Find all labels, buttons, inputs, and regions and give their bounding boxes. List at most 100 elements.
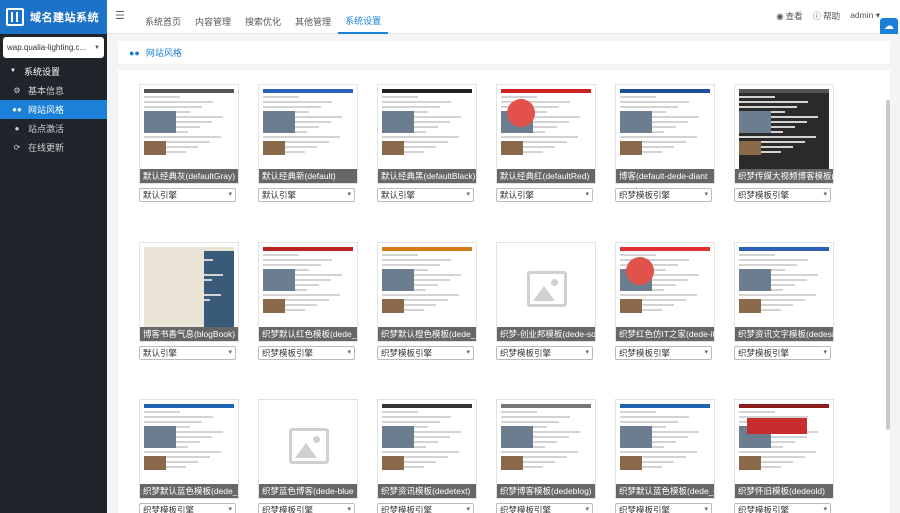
sidebar-item-site-activation[interactable]: ● 站点激活 [0,119,107,138]
breadcrumb: ●● 网站风格 [118,41,890,64]
template-card[interactable]: 织梦默认蓝色模板(dede_0 织梦模板引擎 [139,399,239,513]
user-menu[interactable]: admin ▾ [850,10,880,22]
template-thumbnail[interactable]: 织梦-创业邦模板(dede-so [496,242,596,342]
view-link[interactable]: ◉ 查看 [776,10,802,22]
template-thumbnail[interactable]: 默认经典灰(defaultGray) [139,84,239,184]
template-thumbnail[interactable]: 织梦默认蓝色模板(dede_0 [139,399,239,499]
circle-icon: ● [14,124,20,133]
tab-content[interactable]: 内容管理 [188,0,238,34]
template-card[interactable]: 织梦资讯文字模板(dedesi 织梦模板引擎 [734,242,834,360]
engine-select[interactable]: 织梦模板引擎 [615,503,712,513]
engine-select[interactable]: 默认引擎 [139,346,236,360]
template-card[interactable]: 默认经典灰(defaultGray) 默认引擎 [139,84,239,202]
template-thumbnail[interactable]: 织梦资讯模板(dedetext) [377,399,477,499]
template-thumbnail[interactable]: 织梦默认红色模板(dede_0 [258,242,358,342]
template-card[interactable]: 织梦默认蓝色模板(dede_0 织梦模板引擎 [615,399,715,513]
template-preview [739,89,829,169]
sidebar: 域名建站系统 wap.qualia-lighting.c... ▼ ▼ 系统设置… [0,0,107,513]
engine-select[interactable]: 默认引擎 [258,188,355,202]
template-card[interactable]: 织梦红色仿IT之家(dede-it 织梦模板引擎 [615,242,715,360]
main-content: ●● 网站风格 默认经典灰(defaultGray)默认引擎默认经典新(defa… [107,34,900,513]
help-icon: ⓘ [812,11,822,21]
tab-settings[interactable]: 系统设置 [338,0,389,34]
engine-select[interactable]: 织梦模板引擎 [258,346,355,360]
engine-select[interactable]: 织梦模板引擎 [258,503,355,513]
template-card[interactable]: 默认经典红(defaultRed) 默认引擎 [496,84,596,202]
template-card[interactable]: 织梦-创业邦模板(dede-so 织梦模板引擎 [496,242,596,360]
sidebar-item-online-update[interactable]: ⟳ 在线更新 [0,138,107,157]
sidebar-group-settings[interactable]: ▼ 系统设置 [0,61,107,81]
template-name: 织梦默认橙色模板(dede_0 [378,327,476,341]
engine-select[interactable]: 默认引擎 [377,188,474,202]
sidebar-group-label: 系统设置 [23,66,60,77]
template-card[interactable]: 默认经典黑(defaultBlack) 默认引擎 [377,84,477,202]
engine-select[interactable]: 织梦模板引擎 [377,503,474,513]
engine-select[interactable]: 织梦模板引擎 [734,188,831,202]
tab-home[interactable]: 系统首页 [138,0,188,34]
template-thumbnail[interactable]: 织梦资讯文字模板(dedesi [734,242,834,342]
template-name: 织梦资讯文字模板(dedesi [735,327,833,341]
logo-icon [6,8,24,26]
template-card[interactable]: 织梦怀旧模板(dedeold) 织梦模板引擎 [734,399,834,513]
logo[interactable]: 域名建站系统 [0,0,107,34]
engine-select[interactable]: 织梦模板引擎 [377,346,474,360]
tab-other[interactable]: 其他管理 [288,0,338,34]
template-card[interactable]: 织梦传媒大视频博客模板(de 织梦模板引擎 [734,84,834,202]
engine-select[interactable]: 默认引擎 [496,188,593,202]
tab-seo[interactable]: 搜索优化 [238,0,288,34]
template-preview [263,89,353,169]
menu-toggle-icon[interactable]: ☰ [115,9,125,22]
template-grid: 默认经典灰(defaultGray) 默认引擎 默认经典新(default) 默认引擎… [118,70,890,513]
template-name: 织梦默认红色模板(dede_0 [259,327,357,341]
site-select[interactable]: wap.qualia-lighting.c... ▼ [3,37,104,58]
sidebar-item-basic-info[interactable]: ⚙ 基本信息 [0,81,107,100]
scrollbar[interactable] [886,100,890,430]
template-card[interactable]: 织梦资讯模板(dedetext) 织梦模板引擎 [377,399,477,513]
template-thumbnail[interactable]: 织梦红色仿IT之家(dede-it [615,242,715,342]
engine-select[interactable]: 默认引擎 [139,188,236,202]
template-thumbnail[interactable]: 织梦默认蓝色模板(dede_0 [615,399,715,499]
template-name: 默认经典灰(defaultGray) [140,169,238,183]
template-card[interactable]: 织梦博客模板(dedeblog) 织梦模板引擎 [496,399,596,513]
template-name: 默认经典新(default) [259,169,357,183]
engine-select[interactable]: 织梦模板引擎 [139,503,236,513]
template-thumbnail[interactable]: 织梦默认橙色模板(dede_0 [377,242,477,342]
template-preview [739,404,829,484]
engine-select[interactable]: 织梦模板引擎 [734,503,831,513]
image-placeholder-icon [527,271,567,307]
template-thumbnail[interactable]: 默认经典黑(defaultBlack) [377,84,477,184]
template-thumbnail[interactable]: 织梦传媒大视频博客模板(de [734,84,834,184]
template-thumbnail[interactable]: 博客书香气息(blogBook) [139,242,239,342]
engine-select[interactable]: 织梦模板引擎 [496,346,593,360]
template-card[interactable]: 织梦蓝色博客(dede-blue 织梦模板引擎 [258,399,358,513]
sidebar-item-site-style[interactable]: ●● 网站风格 [0,100,107,119]
users-icon: ●● [12,105,22,114]
users-icon: ●● [129,47,140,58]
sidebar-item-label: 在线更新 [28,143,65,153]
template-card[interactable]: 织梦默认红色模板(dede_0 织梦模板引擎 [258,242,358,360]
template-thumbnail[interactable]: 织梦博客模板(dedeblog) [496,399,596,499]
template-thumbnail[interactable]: 博客(default-dede-diant [615,84,715,184]
template-card[interactable]: 织梦默认橙色模板(dede_0 织梦模板引擎 [377,242,477,360]
template-name: 织梦红色仿IT之家(dede-it [616,327,714,341]
template-thumbnail[interactable]: 默认经典红(defaultRed) [496,84,596,184]
template-card[interactable]: 博客书香气息(blogBook) 默认引擎 [139,242,239,360]
template-name: 织梦传媒大视频博客模板(de [735,169,833,183]
template-name: 织梦蓝色博客(dede-blue [259,484,357,498]
template-preview [144,89,234,169]
template-card[interactable]: 博客(default-dede-diant 织梦模板引擎 [615,84,715,202]
template-preview [382,404,472,484]
engine-select[interactable]: 织梦模板引擎 [734,346,831,360]
template-preview [620,404,710,484]
engine-select[interactable]: 织梦模板引擎 [615,188,712,202]
template-thumbnail[interactable]: 织梦怀旧模板(dedeold) [734,399,834,499]
gear-icon: ⚙ [13,86,21,95]
template-preview [739,247,829,327]
template-thumbnail[interactable]: 默认经典新(default) [258,84,358,184]
template-card[interactable]: 默认经典新(default) 默认引擎 [258,84,358,202]
engine-select[interactable]: 织梦模板引擎 [496,503,593,513]
template-thumbnail[interactable]: 织梦蓝色博客(dede-blue [258,399,358,499]
chevron-down-icon: ▼ [94,44,100,51]
engine-select[interactable]: 织梦模板引擎 [615,346,712,360]
help-link[interactable]: ⓘ 帮助 [813,10,841,22]
